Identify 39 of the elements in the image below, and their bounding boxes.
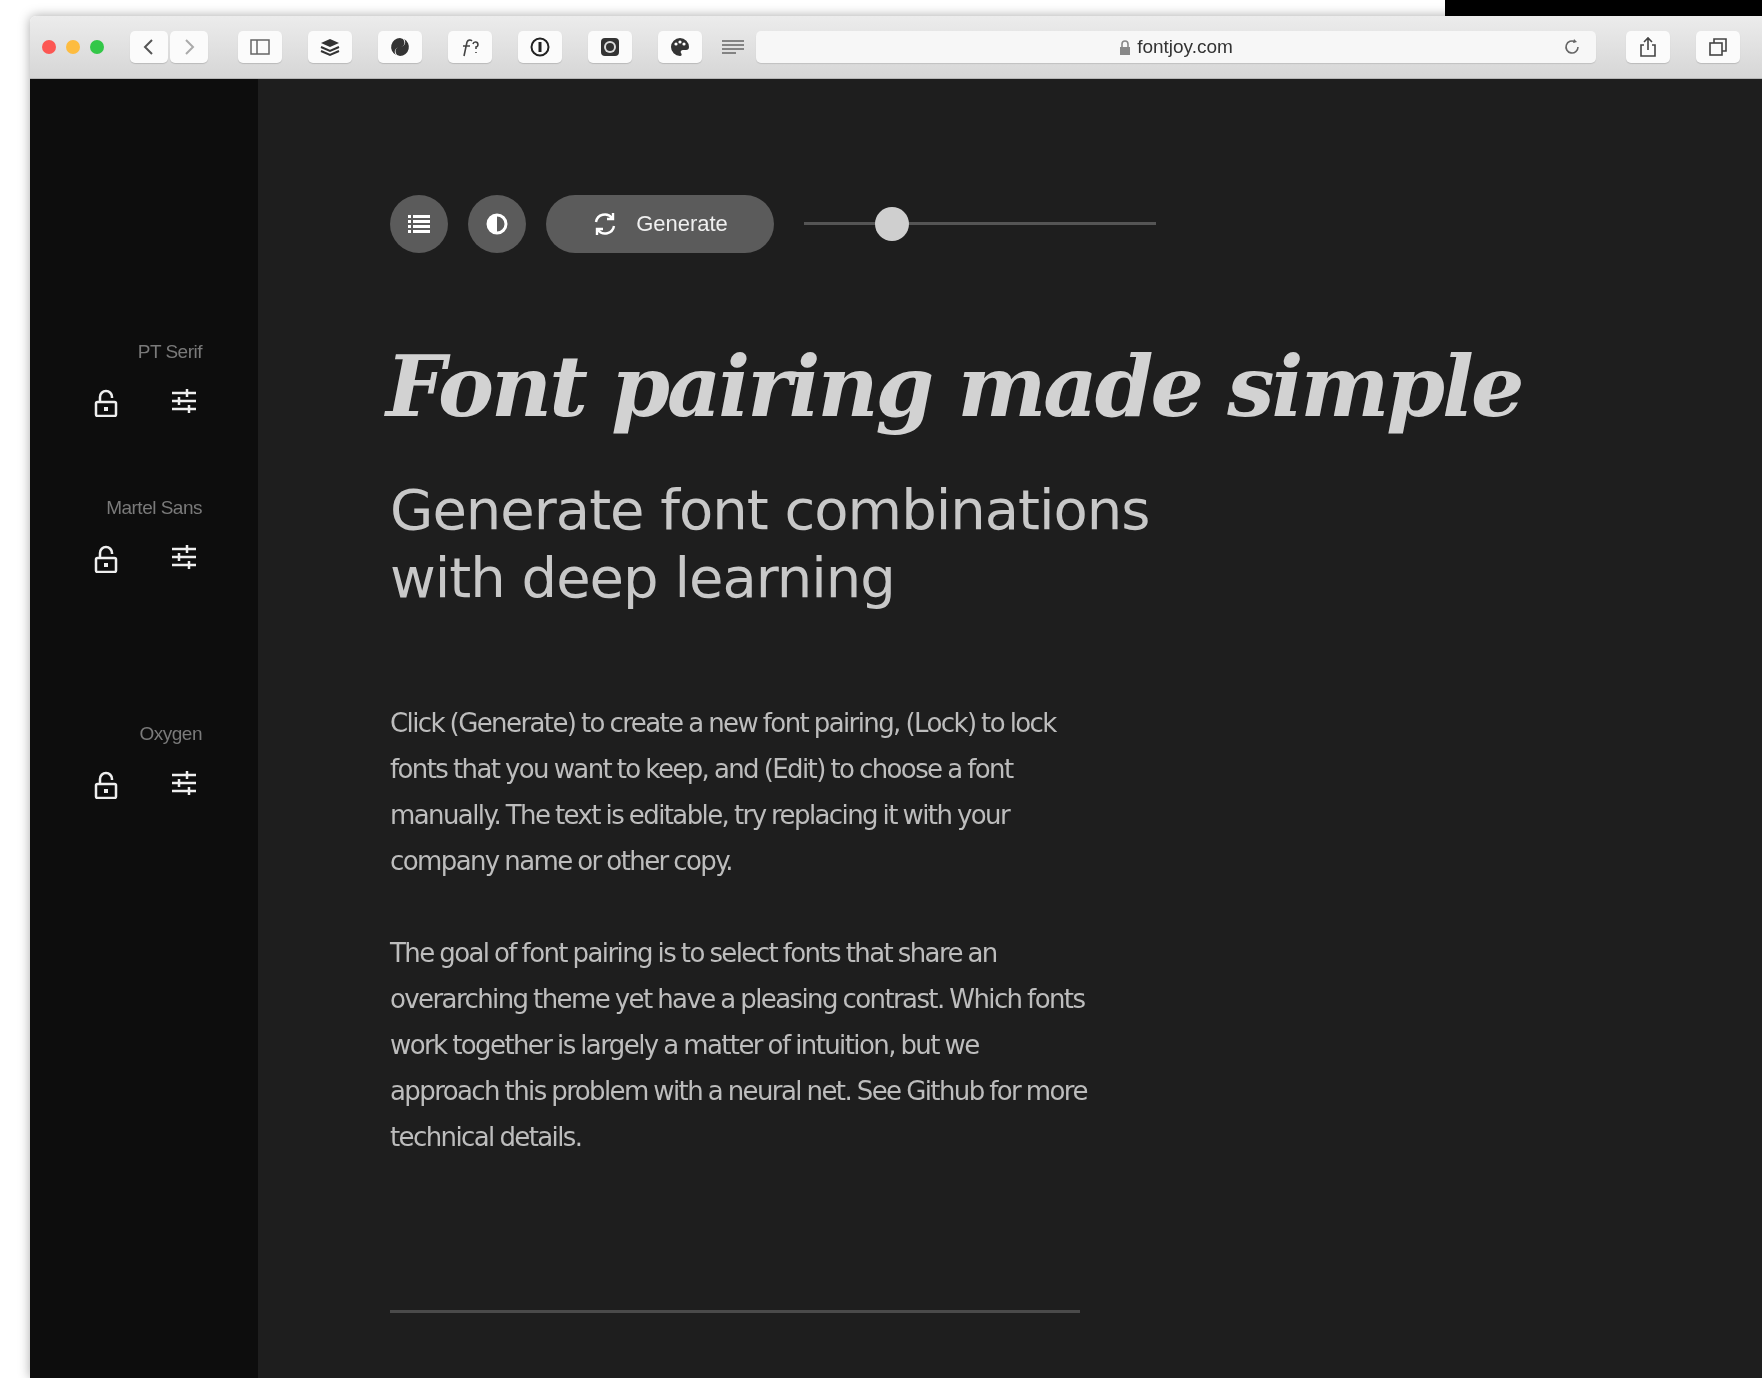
layers-icon — [319, 36, 341, 58]
info-circle-button[interactable] — [518, 31, 562, 63]
contrast-icon — [486, 213, 508, 235]
sliders-icon[interactable] — [171, 389, 197, 413]
generate-button[interactable]: Generate — [546, 195, 774, 253]
paragraph: The goal of font pairing is to select fonts that share an overarching theme yet have a pleasing contrast. Which fonts work together is largely a matter of intuition, but we approach this problem with a neural net. See Github for more technical details. — [390, 937, 1088, 1154]
palette-button[interactable] — [658, 31, 702, 63]
swirl-button[interactable] — [378, 31, 422, 63]
palette-icon — [669, 36, 691, 58]
headline: Font pairing made simple — [386, 337, 1523, 436]
layers-button[interactable] — [308, 31, 352, 63]
sliders-icon[interactable] — [171, 545, 197, 569]
font-name: PT Serif — [137, 341, 202, 363]
reload-icon[interactable] — [1562, 37, 1582, 57]
swirl-icon — [389, 36, 411, 58]
back-button[interactable] — [130, 31, 168, 63]
unlocked-padlock-icon[interactable] — [94, 545, 118, 573]
tabs-button[interactable] — [1696, 31, 1740, 63]
sliders-icon[interactable] — [171, 771, 197, 795]
list-icon — [408, 214, 430, 234]
url-text: fontjoy.com — [1137, 36, 1233, 58]
info-circle-icon — [529, 36, 551, 58]
unlocked-padlock-icon[interactable] — [94, 771, 118, 799]
share-icon — [1637, 36, 1659, 58]
unlocked-padlock-icon[interactable] — [94, 389, 118, 417]
paragraph: Click (Generate) to create a new font pairing, (Lock) to lock fonts that you want to keep, and (Edit) to choose a font manually. The text is editable, try replacing it with your company name or other copy. — [390, 707, 1058, 878]
share-button[interactable] — [1626, 31, 1670, 63]
address-bar[interactable]: fontjoy.com — [756, 31, 1596, 63]
sidebar-icon — [249, 36, 271, 58]
subheadline: Generate font combinations with deep learning — [390, 476, 1151, 612]
record-icon — [599, 36, 621, 58]
font-name: Oxygen — [139, 723, 202, 745]
record-button[interactable] — [588, 31, 632, 63]
font-name: Martel Sans — [106, 497, 202, 519]
font-query-button[interactable] — [448, 31, 492, 63]
slider-thumb[interactable] — [875, 207, 909, 241]
tabs-icon — [1707, 36, 1729, 58]
sidebar-button[interactable] — [238, 31, 282, 63]
lock-icon — [1119, 39, 1132, 55]
